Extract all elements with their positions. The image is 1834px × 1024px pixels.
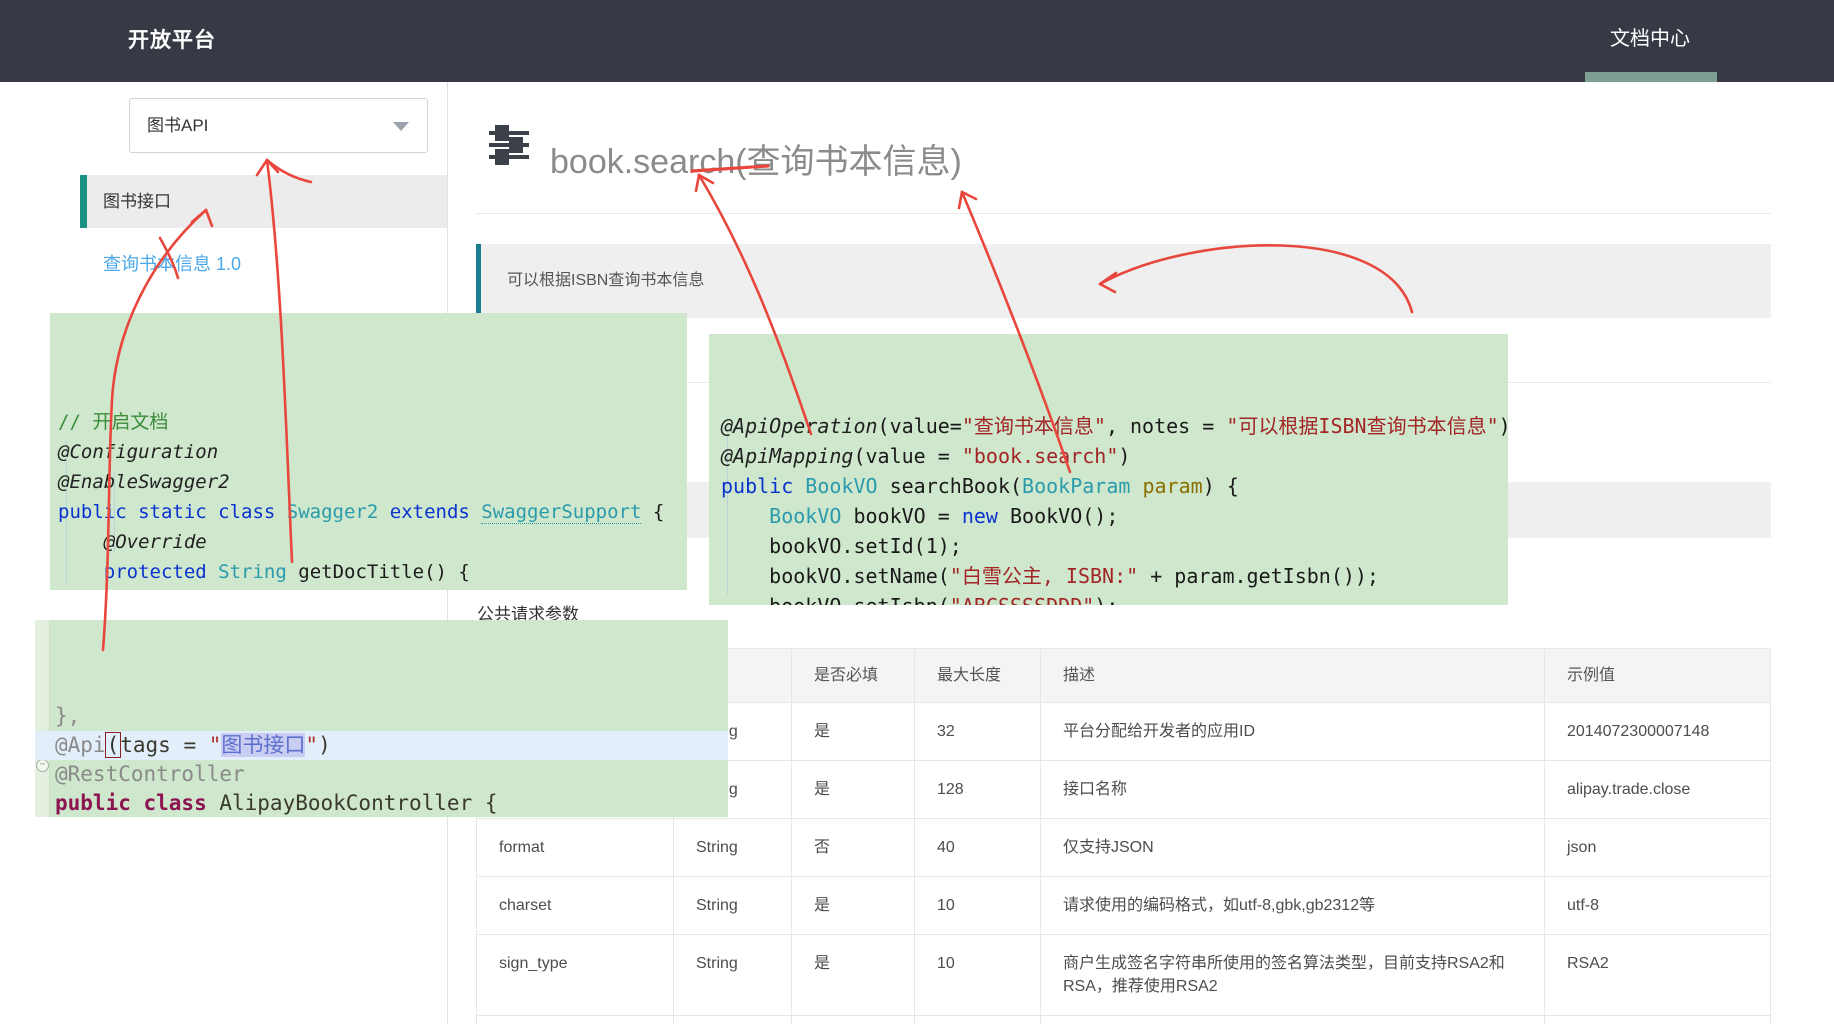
table-row: sign_typeString是10商户生成签名字符串所使用的签名算法类型，目前… <box>477 934 1770 1015</box>
brand-title: 开放平台 <box>128 0 216 82</box>
table-row: formatString否40仅支持JSONjson <box>477 818 1770 876</box>
table-cell: RSA2 <box>1544 935 1770 1015</box>
table-cell: 平台分配给开发者的应用ID <box>1040 703 1544 760</box>
api-select-value: 图书API <box>147 99 208 152</box>
page: 开放平台 文档中心 图书API 图书接口 查询书本信息 1.0 book.sea… <box>0 0 1834 1024</box>
table-cell: 10 <box>914 877 1040 934</box>
table-cell: format <box>477 819 673 876</box>
sliders-icon <box>487 122 531 166</box>
table-cell: 10 <box>914 935 1040 1015</box>
table-cell <box>477 1016 673 1024</box>
title-divider <box>476 213 1771 214</box>
nav-item-doc-center[interactable]: 文档中心 <box>1610 0 1690 73</box>
code-snippet-controller: − },@Api(tags = "图书接口")@RestControllerpu… <box>35 620 728 817</box>
code-line: bookVO.setIsbn("ABCSSSSDDD"); <box>721 591 1508 605</box>
code-line: public static class Swagger2 extends Swa… <box>58 497 687 527</box>
table-cell: 是 <box>791 877 914 934</box>
table-cell <box>1544 1016 1770 1024</box>
table-cell: 商户生成签名字符串所使用的签名算法类型，目前支持RSA2和RSA，推荐使用RSA… <box>1040 935 1544 1015</box>
table-cell: 是 <box>791 935 914 1015</box>
table-cell <box>914 1016 1040 1024</box>
table-header-cell: 是否必填 <box>791 649 914 702</box>
code-line: public BookVO searchBook(BookParam param… <box>721 471 1508 501</box>
table-row: charsetString是10请求使用的编码格式，如utf-8,gbk,gb2… <box>477 876 1770 934</box>
table-cell: utf-8 <box>1544 877 1770 934</box>
table-cell: String <box>673 935 791 1015</box>
table-cell: sign_type <box>477 935 673 1015</box>
table-cell: 是 <box>791 761 914 818</box>
table-header-cell: 最大长度 <box>914 649 1040 702</box>
table-cell <box>1040 1016 1544 1024</box>
table-cell: alipay.trade.close <box>1544 761 1770 818</box>
table-cell: 否 <box>791 819 914 876</box>
top-navbar: 开放平台 文档中心 <box>0 0 1834 82</box>
code-line: public class AlipayBookController { <box>35 789 728 817</box>
table-cell: json <box>1544 819 1770 876</box>
table-cell: 32 <box>914 703 1040 760</box>
table-cell <box>673 1016 791 1024</box>
table-row-clipped <box>477 1015 1770 1024</box>
code-line: return "图书API"; <box>58 587 687 590</box>
api-note-text: 可以根据ISBN查询书本信息 <box>507 244 704 318</box>
active-item-accent-bar <box>80 175 87 228</box>
code-line: @ApiMapping(value = "book.search") <box>721 441 1508 471</box>
api-note-box: 可以根据ISBN查询书本信息 <box>476 244 1771 318</box>
chevron-down-icon <box>393 122 409 131</box>
sidebar-item-book-api-group[interactable]: 图书接口 <box>80 175 447 228</box>
table-cell: 接口名称 <box>1040 761 1544 818</box>
table-cell: 128 <box>914 761 1040 818</box>
code-line: BookVO bookVO = new BookVO(); <box>721 501 1508 531</box>
code-snippet-search-method: @ApiOperation(value="查询书本信息", notes = "可… <box>709 334 1508 605</box>
code-line: }, <box>35 702 728 731</box>
code-line: @RestController <box>35 760 728 789</box>
sidebar-link-search-book[interactable]: 查询书本信息 1.0 <box>103 250 241 276</box>
table-header-cell: 描述 <box>1040 649 1544 702</box>
code-line: @EnableSwagger2 <box>58 467 687 497</box>
sidebar-item-label: 图书接口 <box>103 175 171 228</box>
table-cell: String <box>673 877 791 934</box>
table-cell: charset <box>477 877 673 934</box>
code-line: bookVO.setName("白雪公主, ISBN:" + param.get… <box>721 561 1508 591</box>
code-line: @ApiOperation(value="查询书本信息", notes = "可… <box>721 411 1508 441</box>
table-cell: 是 <box>791 703 914 760</box>
table-cell: 仅支持JSON <box>1040 819 1544 876</box>
code-snippet-swagger-config: // 开启文档@Configuration@EnableSwagger2publ… <box>50 313 687 590</box>
table-header-cell: 示例值 <box>1544 649 1770 702</box>
nav-active-underline <box>1585 72 1717 82</box>
table-cell: 2014072300007148 <box>1544 703 1770 760</box>
code-line: @Configuration <box>58 437 687 467</box>
code-line: // 开启文档 <box>58 407 687 437</box>
code-line: bookVO.setId(1); <box>721 531 1508 561</box>
table-cell: String <box>673 819 791 876</box>
page-title: book.search(查询书本信息) <box>550 134 962 183</box>
table-cell <box>791 1016 914 1024</box>
code-line: protected String getDocTitle() { <box>58 557 687 587</box>
table-cell: 40 <box>914 819 1040 876</box>
table-cell: 请求使用的编码格式，如utf-8,gbk,gb2312等 <box>1040 877 1544 934</box>
api-select-dropdown[interactable]: 图书API <box>129 98 428 153</box>
code-line: @Api(tags = "图书接口") <box>35 731 728 760</box>
code-line: @Override <box>58 527 687 557</box>
